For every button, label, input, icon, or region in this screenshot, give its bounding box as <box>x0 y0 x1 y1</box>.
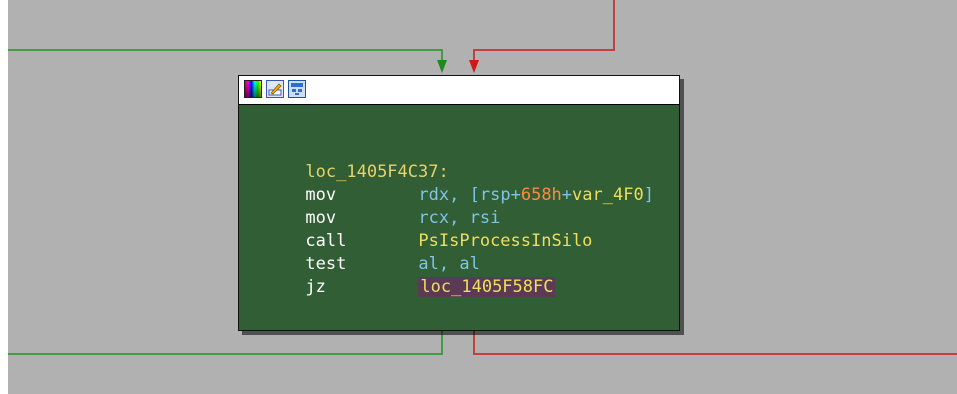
disassembly-listing: loc_1405F4C37: mov rdx, [rsp+658h+var_4F0… <box>244 138 654 297</box>
instruction-line[interactable]: call PsIsProcessInSilo <box>244 207 654 251</box>
location-label-line[interactable]: loc_1405F4C37: <box>244 138 654 182</box>
node-header <box>239 76 679 105</box>
jump-target[interactable]: loc_1405F58FC <box>418 277 556 297</box>
color-palette-icon[interactable] <box>244 80 262 98</box>
rename-pencil-icon[interactable] <box>266 80 284 98</box>
instruction-line[interactable]: mov rcx, rsi <box>244 184 654 228</box>
basic-block-node[interactable]: loc_1405F4C37: mov rdx, [rsp+658h+var_4F0… <box>238 75 680 331</box>
instruction-line[interactable]: test al, al <box>244 230 654 274</box>
instruction-line[interactable]: jz loc_1405F58FC <box>244 253 654 297</box>
instruction-line[interactable]: mov rdx, [rsp+658h+var_4F0] <box>244 161 654 205</box>
instruction-mnemonic: jz <box>305 277 326 297</box>
graph-view-icon[interactable] <box>288 80 306 98</box>
